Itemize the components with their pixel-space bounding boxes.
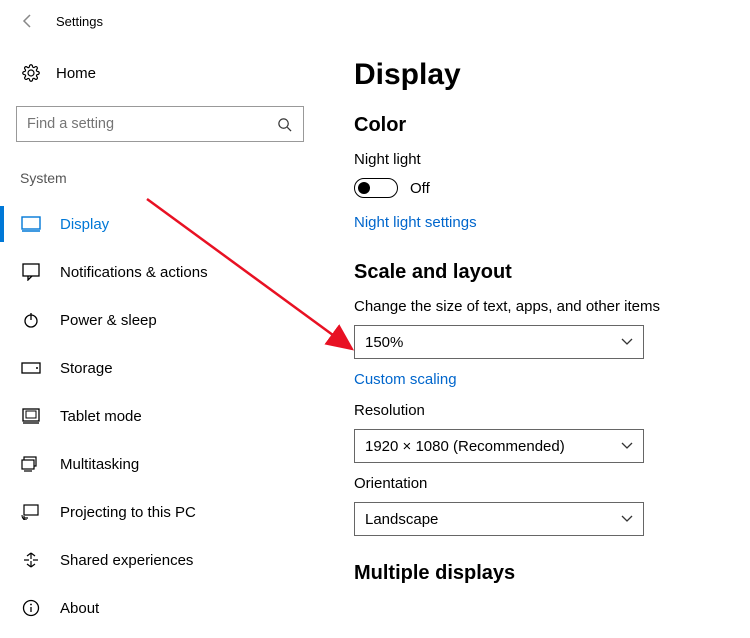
projecting-icon	[20, 504, 42, 520]
orientation-select[interactable]: Landscape	[354, 502, 644, 536]
nav-projecting[interactable]: Projecting to this PC	[0, 488, 320, 536]
search-input[interactable]	[27, 116, 275, 132]
resolution-select[interactable]: 1920 × 1080 (Recommended)	[354, 429, 644, 463]
orientation-label: Orientation	[354, 475, 722, 492]
main-panel: Display Color Night light Off Night ligh…	[320, 42, 750, 638]
nav-item-label: Tablet mode	[60, 408, 142, 425]
shared-icon	[20, 551, 42, 569]
search-icon	[275, 117, 293, 132]
resolution-label: Resolution	[354, 402, 722, 419]
tablet-icon	[20, 407, 42, 425]
gear-icon	[20, 64, 42, 82]
section-multiple: Multiple displays	[354, 562, 722, 585]
section-color: Color	[354, 114, 722, 137]
nav-item-label: Storage	[60, 360, 113, 377]
multitasking-icon	[20, 456, 42, 472]
chevron-down-icon	[621, 333, 633, 351]
scale-label: Change the size of text, apps, and other…	[354, 298, 722, 315]
chevron-down-icon	[621, 510, 633, 528]
scale-select[interactable]: 150%	[354, 325, 644, 359]
night-light-settings-link[interactable]: Night light settings	[354, 214, 477, 231]
nav-power[interactable]: Power & sleep	[0, 296, 320, 344]
night-light-state: Off	[410, 180, 430, 197]
nav-item-label: Multitasking	[60, 456, 139, 473]
nav-multitasking[interactable]: Multitasking	[0, 440, 320, 488]
about-icon	[20, 599, 42, 617]
storage-icon	[20, 362, 42, 374]
nav-item-label: About	[60, 600, 99, 617]
nav-tablet[interactable]: Tablet mode	[0, 392, 320, 440]
custom-scaling-link[interactable]: Custom scaling	[354, 371, 457, 388]
night-light-label: Night light	[354, 151, 722, 168]
nav-item-label: Projecting to this PC	[60, 504, 196, 521]
page-title: Display	[354, 58, 722, 92]
scale-value: 150%	[365, 334, 403, 351]
nav-item-label: Notifications & actions	[60, 264, 208, 281]
nav-item-label: Shared experiences	[60, 552, 193, 569]
nav-about[interactable]: About	[0, 584, 320, 632]
sidebar-section-label: System	[0, 170, 320, 200]
display-icon	[20, 216, 42, 232]
nav-home[interactable]: Home	[0, 56, 320, 90]
orientation-value: Landscape	[365, 511, 438, 528]
search-input-wrap[interactable]	[16, 106, 304, 142]
section-scale: Scale and layout	[354, 261, 722, 284]
sidebar: Home System Display Notifications & acti…	[0, 42, 320, 638]
resolution-value: 1920 × 1080 (Recommended)	[365, 438, 565, 455]
chevron-down-icon	[621, 437, 633, 455]
nav-storage[interactable]: Storage	[0, 344, 320, 392]
nav-display[interactable]: Display	[0, 200, 320, 248]
nav-item-label: Display	[60, 216, 109, 233]
notifications-icon	[20, 263, 42, 281]
nav-home-label: Home	[56, 65, 96, 82]
nav-shared[interactable]: Shared experiences	[0, 536, 320, 584]
night-light-toggle[interactable]	[354, 178, 398, 198]
window-title: Settings	[56, 14, 103, 29]
nav-notifications[interactable]: Notifications & actions	[0, 248, 320, 296]
back-button[interactable]	[14, 7, 42, 35]
nav-item-label: Power & sleep	[60, 312, 157, 329]
power-icon	[20, 311, 42, 329]
